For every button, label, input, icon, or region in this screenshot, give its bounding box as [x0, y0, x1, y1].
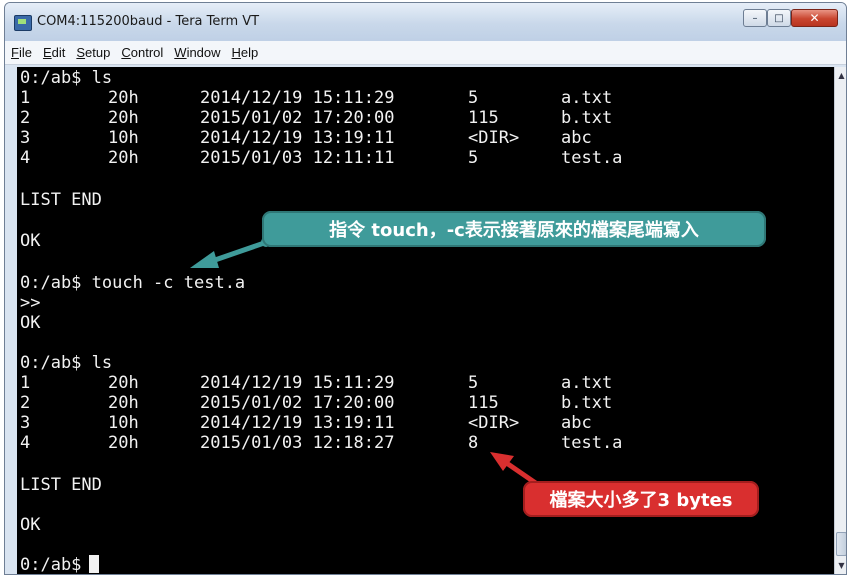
- menu-window[interactable]: Window: [174, 45, 220, 60]
- terminal-command-ls: 0:/ab$ ls: [20, 68, 113, 88]
- menu-help[interactable]: Help: [232, 45, 259, 60]
- ok-text: OK: [20, 515, 41, 535]
- list-row: 1 20h 2014/12/19 15:11:29 5 a.txt: [20, 373, 613, 393]
- terminal-command-touch: 0:/ab$ touch -c test.a: [20, 273, 246, 293]
- text-cursor: [89, 555, 100, 573]
- scroll-down-arrow-icon[interactable]: ▼: [835, 559, 846, 573]
- title-bar[interactable]: COM4:115200baud - Tera Term VT – □ ✕: [5, 3, 846, 41]
- menu-edit[interactable]: Edit: [43, 45, 65, 60]
- ok-text: OK: [20, 313, 41, 333]
- scroll-up-arrow-icon[interactable]: ▲: [835, 69, 846, 83]
- window-title: COM4:115200baud - Tera Term VT: [37, 14, 260, 29]
- menu-file[interactable]: File: [11, 45, 32, 60]
- list-row: 4 20h 2015/01/03 12:11:11 5 test.a: [20, 148, 623, 168]
- terminal-command-ls: 0:/ab$ ls: [20, 353, 113, 373]
- vertical-scrollbar[interactable]: ▲ ▼: [834, 67, 846, 574]
- list-row: 1 20h 2014/12/19 15:11:29 5 a.txt: [20, 88, 613, 108]
- terminal-prompt: 0:/ab$: [20, 555, 100, 574]
- minimize-button[interactable]: –: [743, 9, 767, 27]
- list-row: 3 10h 2014/12/19 13:19:11 <DIR> abc: [20, 128, 592, 148]
- list-end-text: LIST END: [20, 190, 102, 210]
- list-end-text: LIST END: [20, 475, 102, 495]
- tera-term-icon[interactable]: [14, 15, 32, 31]
- menu-bar: File Edit Setup Control Window Help: [5, 41, 846, 65]
- scrollbar-thumb[interactable]: [836, 532, 846, 556]
- maximize-button[interactable]: □: [767, 9, 791, 27]
- list-row: 2 20h 2015/01/02 17:20:00 115 b.txt: [20, 108, 613, 128]
- list-row: 2 20h 2015/01/02 17:20:00 115 b.txt: [20, 393, 613, 413]
- list-row: 4 20h 2015/01/03 12:18:27 8 test.a: [20, 433, 623, 453]
- list-row: 3 10h 2014/12/19 13:19:11 <DIR> abc: [20, 413, 592, 433]
- touch-annotation: 指令 touch，-c表示接著原來的檔案尾端寫入: [262, 211, 766, 247]
- ok-text: OK: [20, 231, 41, 251]
- menu-setup[interactable]: Setup: [76, 45, 110, 60]
- menu-control[interactable]: Control: [121, 45, 163, 60]
- continuation-prompt: >>: [20, 293, 41, 313]
- size-annotation: 檔案大小多了3 bytes: [523, 481, 759, 517]
- close-button[interactable]: ✕: [791, 9, 838, 27]
